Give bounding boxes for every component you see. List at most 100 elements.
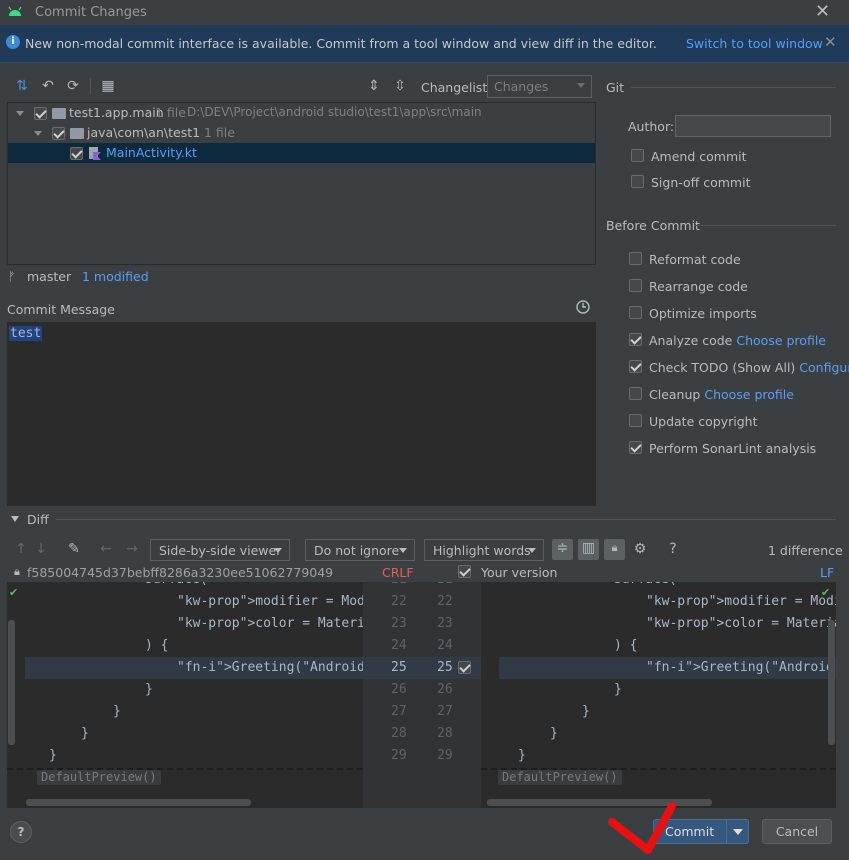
option-checkbox[interactable] xyxy=(629,252,642,265)
edit-icon[interactable]: ✎ xyxy=(65,540,83,558)
chevron-down-icon[interactable] xyxy=(11,516,19,522)
option-label: Reformat code xyxy=(649,252,741,267)
file-checkbox[interactable] xyxy=(70,147,83,160)
right-code-pane[interactable]: Surface("kw-prop">modifier = Modifier.fi… xyxy=(481,582,836,808)
folder-icon xyxy=(52,108,66,119)
line-include-checkbox[interactable] xyxy=(458,661,471,674)
option-checkbox[interactable] xyxy=(629,360,642,373)
left-code-pane[interactable]: Surface("kw-prop">modifier = Modifier.fi… xyxy=(7,582,363,808)
module-name: test1.app.main xyxy=(69,105,164,120)
tree-row-file[interactable]: MainActivity.kt xyxy=(8,143,595,163)
branch-status: ᚠ master 1 modified xyxy=(8,269,208,285)
option-checkbox[interactable] xyxy=(629,414,642,427)
code-line: "kw-prop">color = MaterialTheme. xyxy=(177,616,363,631)
rollback-icon[interactable]: ↶ xyxy=(39,77,57,95)
before-commit-title: Before Commit xyxy=(606,218,700,233)
module-checkbox[interactable] xyxy=(34,107,47,120)
right-horizontal-scrollbar[interactable] xyxy=(487,799,712,806)
option-label: Update copyright xyxy=(649,414,758,429)
viewer-select[interactable]: Side-by-side viewer xyxy=(150,539,290,561)
modified-link[interactable]: 1 modified xyxy=(82,269,149,284)
line-number: 22 xyxy=(437,594,453,609)
line-number: 22 xyxy=(391,594,407,609)
collapse-unchanged-icon[interactable]: ≑ xyxy=(552,539,573,560)
amend-commit-checkbox[interactable] xyxy=(631,149,644,162)
commit-message-input[interactable]: test xyxy=(7,322,596,506)
chevron-down-icon[interactable] xyxy=(16,111,24,116)
annotation-checkmark xyxy=(608,802,676,854)
branch-name[interactable]: master xyxy=(27,269,71,284)
chevron-down-icon xyxy=(577,83,585,88)
chevron-down-icon[interactable] xyxy=(34,131,42,136)
banner-close-icon[interactable]: ✕ xyxy=(824,33,837,51)
option-checkbox[interactable] xyxy=(629,441,642,454)
option-checkbox[interactable] xyxy=(629,306,642,319)
code-line: "kw-prop">modifier = Modifier.fi xyxy=(177,594,363,609)
option-checkbox[interactable] xyxy=(629,279,642,292)
cancel-button[interactable]: Cancel xyxy=(762,819,832,844)
switch-to-tool-window-link[interactable]: Switch to tool window xyxy=(686,36,823,51)
gear-icon[interactable]: ⚙ xyxy=(631,540,649,558)
sync-scroll-icon[interactable]: ▥ xyxy=(578,539,599,560)
line-number: 26 xyxy=(391,682,407,697)
group-by-icon[interactable]: ▦ xyxy=(99,77,117,95)
title-bar: Commit Changes ✕ xyxy=(0,0,849,25)
author-input[interactable] xyxy=(675,115,831,137)
right-vertical-scrollbar[interactable] xyxy=(828,620,835,745)
ignore-select[interactable]: Do not ignore xyxy=(305,539,415,561)
commit-message-label: Commit Message xyxy=(7,302,115,317)
close-icon[interactable]: ✕ xyxy=(815,1,830,22)
highlight-select[interactable]: Highlight words xyxy=(424,539,544,561)
history-icon[interactable] xyxy=(575,299,591,315)
commit-hash: f585004745d37bebff8286a3230ee51062779049 xyxy=(27,565,334,580)
option-link[interactable]: Choose profile xyxy=(736,333,826,348)
arrow-up-icon[interactable]: ↑ xyxy=(12,540,30,558)
help-button[interactable]: ? xyxy=(10,821,32,843)
code-line: "kw-prop">color = MaterialTheme.co xyxy=(646,616,836,631)
help-icon[interactable]: ? xyxy=(664,540,682,558)
option-checkbox[interactable] xyxy=(629,333,642,346)
line-number: 24 xyxy=(437,638,453,653)
arrow-left-icon[interactable]: ← xyxy=(97,540,115,558)
left-line-ending[interactable]: CRLF xyxy=(382,565,414,580)
folded-region-label[interactable]: DefaultPreview() xyxy=(498,770,622,785)
signoff-commit-checkbox[interactable] xyxy=(631,175,644,188)
line-number: 28 xyxy=(437,726,453,741)
divider xyxy=(694,225,836,226)
package-count: 1 file xyxy=(204,125,235,140)
tree-row-package[interactable]: java\com\an\test1 1 file xyxy=(8,123,595,143)
option-checkbox[interactable] xyxy=(629,387,642,400)
arrow-right-icon[interactable]: → xyxy=(123,540,141,558)
option-label-group: Check TODO (Show All)Configure xyxy=(649,360,849,375)
lock-icon[interactable]: 🔒︎ xyxy=(604,539,625,560)
expand-all-icon[interactable]: ⇕ xyxy=(365,77,383,95)
right-line-ending[interactable]: LF xyxy=(820,565,834,580)
arrow-down-icon[interactable]: ↓ xyxy=(32,540,50,558)
checkmark-icon: ✔ xyxy=(9,586,19,599)
changelist-select[interactable]: Changes xyxy=(487,75,592,98)
line-number: 27 xyxy=(391,704,407,719)
option-label: Analyze code xyxy=(649,333,733,348)
tree-row-module[interactable]: test1.app.main 1 file D:\DEV\Project\and… xyxy=(8,103,595,123)
include-all-checkbox[interactable] xyxy=(458,565,471,578)
info-banner: i New non-modal commit interface is avai… xyxy=(0,25,849,63)
chevron-down-icon[interactable] xyxy=(733,829,743,835)
left-vertical-scrollbar[interactable] xyxy=(8,620,15,745)
option-link[interactable]: Choose profile xyxy=(704,387,794,402)
window-title: Commit Changes xyxy=(35,5,147,20)
show-diff-icon[interactable]: ⇅ xyxy=(13,77,31,95)
chevron-down-icon xyxy=(274,548,282,553)
folded-region-label[interactable]: DefaultPreview() xyxy=(37,770,161,785)
toolbar-separator xyxy=(90,78,91,94)
changelist-value: Changes xyxy=(494,79,549,94)
code-line: ) { xyxy=(145,638,169,653)
left-horizontal-scrollbar[interactable] xyxy=(26,799,251,806)
module-count: 1 file xyxy=(155,105,186,120)
package-checkbox[interactable] xyxy=(52,127,65,140)
changes-tree: test1.app.main 1 file D:\DEV\Project\and… xyxy=(7,102,596,265)
collapse-all-icon[interactable]: ⇳ xyxy=(391,77,409,95)
file-name: MainActivity.kt xyxy=(106,145,197,160)
option-label: Cleanup xyxy=(649,387,701,402)
refresh-icon[interactable]: ⟳ xyxy=(64,77,82,95)
option-link[interactable]: Configure xyxy=(799,360,849,375)
